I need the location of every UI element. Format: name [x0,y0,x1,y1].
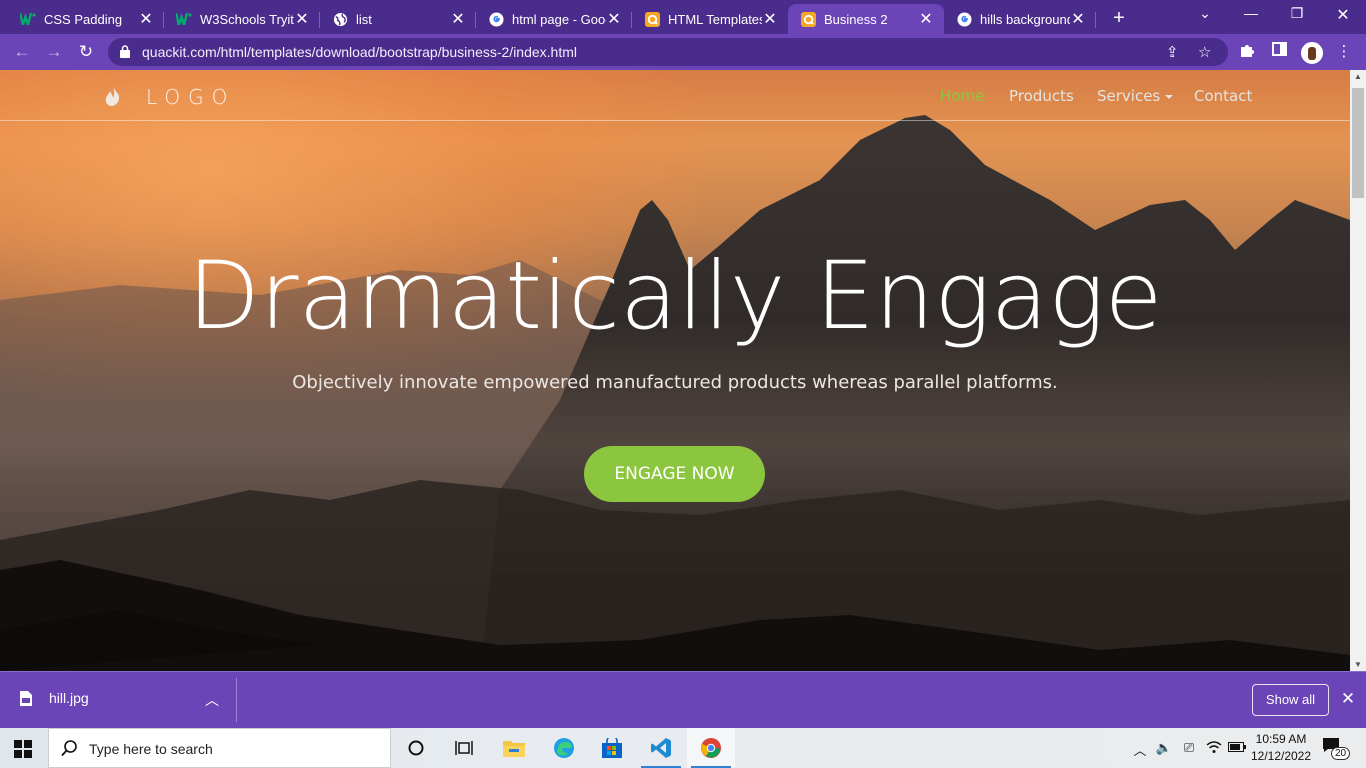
tab-title: CSS Padding [44,11,123,27]
close-icon[interactable]: ✕ [762,9,778,29]
tab-business-2[interactable]: Business 2 ✕ [788,4,944,34]
vscode-icon[interactable] [637,728,685,768]
share-icon[interactable]: ⇪ [1166,43,1179,61]
forward-arrow-icon[interactable]: → [42,40,66,64]
close-icon[interactable]: ✕ [1340,689,1356,709]
new-tab-plus-icon[interactable]: + [1110,7,1128,30]
minimize-icon[interactable]: — [1241,5,1261,21]
nav-contact-link[interactable]: Contact [1194,87,1252,105]
tray-chevron-up-icon[interactable]: ︿ [1133,740,1147,759]
nav-home-link[interactable]: Home [940,87,984,105]
webpage-viewport: LOGO Home Products Services Contact Dram… [0,70,1350,671]
tab-title: hills background [980,11,1070,27]
lock-icon[interactable] [120,45,130,63]
taskbar-search-box[interactable]: Type here to search [48,728,391,768]
meet-now-icon[interactable]: ⎚ [1181,740,1197,756]
tab-search-chevron-icon[interactable]: ⌄ [1195,5,1215,22]
tab-title: HTML Templates [668,11,762,27]
caret-down-icon [1165,94,1174,99]
tab-title: W3Schools Tryit Editor [200,11,294,27]
chrome-icon[interactable] [687,728,735,768]
search-placeholder: Type here to search [89,741,213,757]
clock-date: 12/12/2022 [1250,749,1312,763]
volume-icon[interactable]: 🔈 [1155,740,1173,756]
close-icon[interactable]: ✕ [138,9,154,29]
microsoft-store-icon[interactable] [588,728,636,768]
close-icon[interactable]: ✕ [450,9,466,29]
cortana-icon[interactable] [392,728,440,768]
browser-toolbar: ← → ↻ quackit.com/html/templates/downloa… [0,34,1366,70]
address-bar[interactable]: quackit.com/html/templates/download/boot… [108,38,1228,66]
menu-kebab-icon[interactable]: ⋮ [1334,42,1354,60]
tab-html-templates[interactable]: HTML Templates ✕ [632,4,788,34]
flame-logo-icon[interactable] [104,86,122,111]
nav-products-link[interactable]: Products [1009,87,1074,105]
download-item[interactable]: hill.jpg [20,690,89,706]
tab-list[interactable]: list ✕ [320,4,476,34]
extensions-puzzle-icon[interactable] [1237,42,1257,62]
download-filename: hill.jpg [49,690,89,706]
task-view-icon[interactable] [440,728,488,768]
window-close-icon[interactable]: ✕ [1333,5,1353,25]
tab-css-padding[interactable]: CSS Padding ✕ [8,4,164,34]
bookmark-star-icon[interactable]: ☆ [1198,43,1211,61]
close-icon[interactable]: ✕ [918,9,934,29]
quackit-icon [800,11,816,27]
battery-icon[interactable] [1228,740,1246,755]
clock-time: 10:59 AM [1255,732,1307,746]
tab-w3schools-tryit[interactable]: W3Schools Tryit Editor ✕ [164,4,320,34]
side-panel-icon[interactable] [1269,42,1289,60]
site-logo-text[interactable]: LOGO [146,85,235,109]
google-icon [488,11,504,27]
globe-icon [332,11,348,27]
profile-avatar[interactable] [1301,42,1323,64]
reload-icon[interactable]: ↻ [74,40,98,64]
close-icon[interactable]: ✕ [606,9,622,29]
tab-hills-background[interactable]: hills background ✕ [944,4,1096,34]
engage-now-button[interactable]: ENGAGE NOW [584,446,765,502]
nav-services-dropdown[interactable]: Services [1097,87,1174,105]
chevron-up-icon[interactable]: ︿ [205,690,219,710]
url-text[interactable]: quackit.com/html/templates/download/boot… [142,44,577,60]
tab-title: Business 2 [824,11,888,27]
file-explorer-icon[interactable] [490,728,538,768]
nav-services-label: Services [1097,87,1161,105]
show-all-button[interactable]: Show all [1252,684,1329,716]
site-navbar: LOGO Home Products Services Contact [0,70,1350,121]
quackit-icon [644,11,660,27]
windows-start-icon[interactable] [14,740,32,763]
close-icon[interactable]: ✕ [1070,9,1086,29]
tab-html-page-search[interactable]: html page - Google Search ✕ [476,4,632,34]
google-icon [956,11,972,27]
system-clock[interactable]: 10:59 AM 12/12/2022 [1246,731,1316,765]
scroll-up-arrow-icon[interactable]: ▲ [1350,72,1366,81]
back-arrow-icon[interactable]: ← [10,40,34,64]
scroll-down-arrow-icon[interactable]: ▼ [1350,660,1366,669]
file-icon [20,690,32,706]
hero-title: Dramatically Engage [187,242,1163,351]
w3schools-icon [20,11,36,27]
tab-title: list [356,11,372,27]
page-scrollbar[interactable]: ▲ ▼ [1350,70,1366,671]
download-shelf: hill.jpg ︿ Show all ✕ [0,671,1366,728]
windows-taskbar: Type here to search ︿ 🔈 ⎚ 10:59 AM 12/12… [0,728,1366,768]
mountain-background-image [0,115,1350,671]
edge-browser-icon[interactable] [540,728,588,768]
tab-title: html page - Google Search [512,11,606,27]
browser-tab-strip: CSS Padding ✕ W3Schools Tryit Editor ✕ l… [0,0,1366,34]
close-icon[interactable]: ✕ [294,9,310,29]
wifi-icon[interactable] [1205,740,1223,757]
notification-count-badge: 20 [1331,747,1351,760]
search-icon [61,740,77,762]
restore-icon[interactable]: ❐ [1287,5,1307,22]
hero-subtitle: Objectively innovate empowered manufactu… [292,372,1058,393]
scrollbar-thumb[interactable] [1352,88,1364,198]
w3schools-icon [176,11,192,27]
